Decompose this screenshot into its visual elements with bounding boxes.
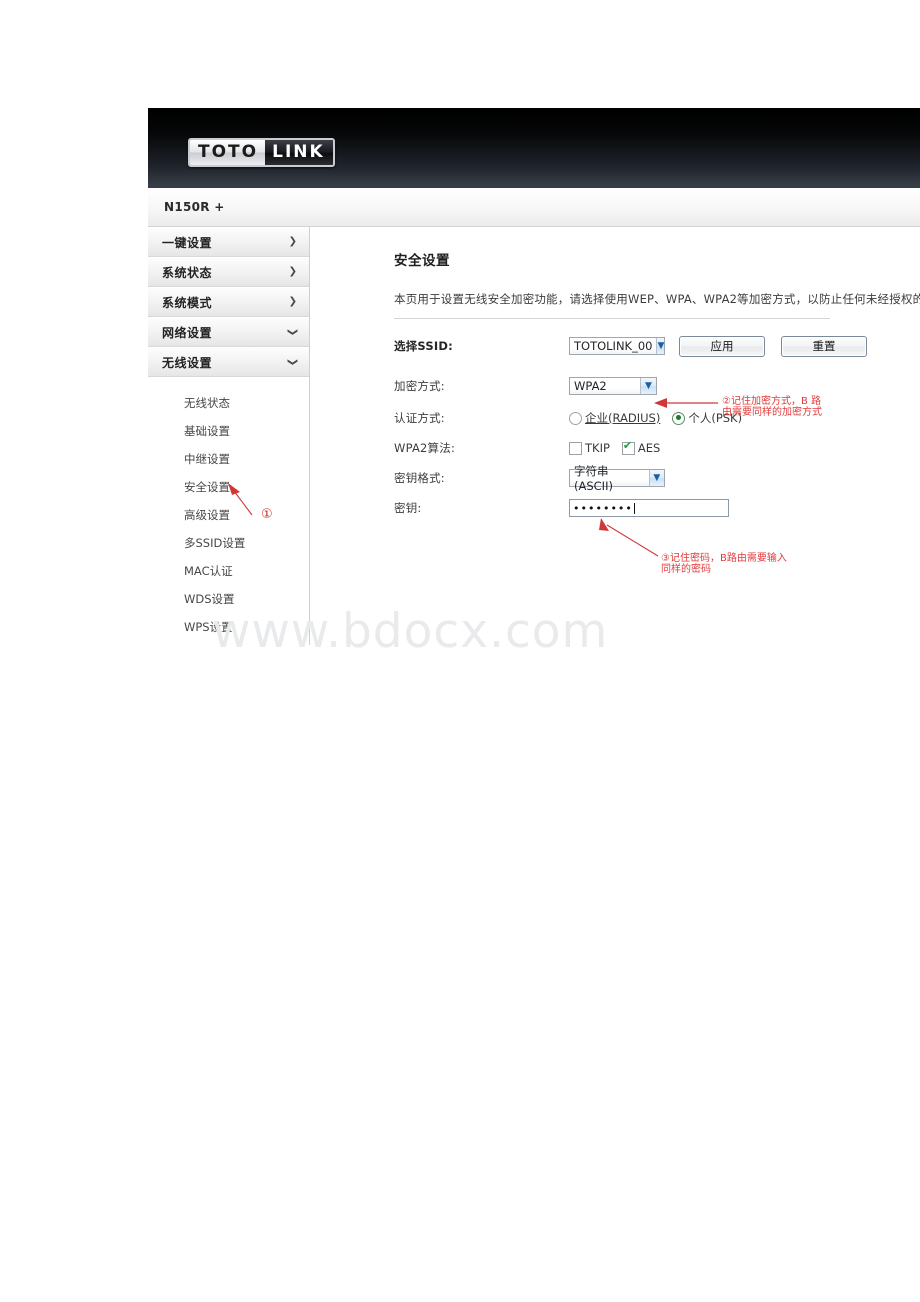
model-bar: N150R + [148,188,920,227]
encryption-select-value: WPA2 [574,379,607,393]
section-divider [394,318,830,319]
checkbox-aes[interactable] [621,440,635,455]
encryption-label: 加密方式: [394,379,445,393]
checkbox-aes-label: AES [637,441,661,455]
form-row-key: 密钥: •••••••• [394,497,920,519]
chevron-down-icon: ❮ [286,357,298,367]
chevron-down-icon: ❮ [286,327,298,337]
brand-banner: TOTO LINK [148,108,920,188]
sidebar-item-network-settings[interactable]: 网络设置 ❮ [148,317,309,347]
algorithm-label: WPA2算法: [394,441,456,455]
sidebar-item-advanced-settings[interactable]: 高级设置 [148,501,309,529]
ui-body: 一键设置 ❯ 系统状态 ❯ 系统模式 ❯ 网络设置 ❮ 无线设置 ❮ 无线状态 … [148,227,920,645]
sidebar-subitem-label: 基础设置 [184,424,230,438]
key-format-label: 密钥格式: [394,471,445,485]
reset-button[interactable]: 重置 [781,335,867,357]
sidebar-subitem-label: 安全设置 [184,480,230,494]
ssid-select[interactable]: TOTOLINK_00 ▼ [569,337,665,355]
sidebar-item-wireless-status[interactable]: 无线状态 [148,389,309,417]
chevron-down-icon: ▼ [640,378,656,394]
chevron-right-icon: ❯ [288,236,297,247]
form-row-ssid: 选择SSID: TOTOLINK_00 ▼ 应用 重置 [394,335,920,357]
sidebar-item-label: 网络设置 [162,325,213,340]
auth-label: 认证方式: [394,411,445,425]
radio-enterprise[interactable] [569,411,582,425]
watermark: www.bdocx.com [212,604,609,659]
radio-enterprise-label: 企业(RADIUS) [585,411,661,425]
encryption-select[interactable]: WPA2 ▼ [569,377,657,395]
sidebar-subitem-label: 中继设置 [184,452,230,466]
chevron-right-icon: ❯ [288,296,297,307]
checkbox-tkip[interactable] [569,441,582,455]
chevron-down-icon: ▼ [656,338,665,354]
annotation-note-three-line1: ③记住密码，B路由需要输入 [661,553,787,564]
key-input[interactable]: •••••••• [569,499,729,517]
algorithm-options: TKIP AES [569,440,661,455]
form-row-encryption: 加密方式: WPA2 ▼ [394,375,920,397]
sidebar-item-quick-setup[interactable]: 一键设置 ❯ [148,227,309,257]
sidebar-item-label: 系统模式 [162,295,213,310]
router-admin-window: TOTO LINK N150R + 一键设置 ❯ 系统状态 ❯ 系统模式 ❯ 网… [148,108,920,645]
key-input-value: •••••••• [573,501,633,515]
sidebar-item-mac-auth[interactable]: MAC认证 [148,557,309,585]
form-row-algorithm: WPA2算法: TKIP AES [394,437,920,459]
sidebar-item-repeater-settings[interactable]: 中继设置 [148,445,309,473]
sidebar-item-system-status[interactable]: 系统状态 ❯ [148,257,309,287]
checkbox-tkip-label: TKIP [585,441,610,455]
key-label: 密钥: [394,501,422,515]
text-cursor [633,502,635,514]
page-description: 本页用于设置无线安全加密功能，请选择使用WEP、WPA、WPA2等加密方式，以防… [394,292,920,306]
sidebar-item-system-mode[interactable]: 系统模式 ❯ [148,287,309,317]
chevron-down-icon: ▼ [648,470,664,486]
sidebar-item-label: 系统状态 [162,265,213,280]
sidebar-submenu-gap [148,377,309,389]
model-name: N150R + [164,200,225,214]
ssid-select-value: TOTOLINK_00 [574,339,653,353]
logo-text-toto: TOTO [190,140,266,165]
sidebar-subitem-label: 无线状态 [184,396,230,410]
apply-button[interactable]: 应用 [679,335,765,357]
key-format-select[interactable]: 字符串(ASCII) ▼ [569,464,665,493]
sidebar-subitem-label: MAC认证 [184,564,233,578]
radio-personal[interactable] [672,411,686,425]
sidebar-item-label: 无线设置 [162,355,213,370]
annotation-note-two-line1: ②记住加密方式，B 路 [722,396,822,407]
ssid-label: 选择SSID: [394,339,453,353]
main-content: 安全设置 本页用于设置无线安全加密功能，请选择使用WEP、WPA、WPA2等加密… [310,227,920,645]
chevron-right-icon: ❯ [288,266,297,277]
page-title: 安全设置 [394,253,450,269]
annotation-note-two-line2: 由需要同样的加密方式 [722,407,822,418]
logo-text-link: LINK [265,140,333,165]
annotation-marker-one: ① [261,507,273,522]
annotation-note-three-line2: 同样的密码 [661,564,711,575]
sidebar-item-multi-ssid-settings[interactable]: 多SSID设置 [148,529,309,557]
sidebar-item-label: 一键设置 [162,235,213,250]
sidebar-item-wireless-settings[interactable]: 无线设置 ❮ [148,347,309,377]
sidebar-subitem-label: 多SSID设置 [184,536,246,550]
auth-options: 企业(RADIUS) 个人(PSK) [569,410,742,426]
security-settings-form: 选择SSID: TOTOLINK_00 ▼ 应用 重置 加密方式: WPA2 ▼… [394,335,920,519]
key-format-select-value: 字符串(ASCII) [574,464,613,493]
sidebar-subitem-label: 高级设置 [184,508,230,522]
sidebar-nav: 一键设置 ❯ 系统状态 ❯ 系统模式 ❯ 网络设置 ❮ 无线设置 ❮ 无线状态 … [148,227,310,645]
form-row-auth: 认证方式: 企业(RADIUS) 个人(PSK) [394,407,920,429]
sidebar-item-security-settings[interactable]: 安全设置 [148,473,309,501]
sidebar-item-basic-settings[interactable]: 基础设置 [148,417,309,445]
form-row-key-format: 密钥格式: 字符串(ASCII) ▼ [394,464,920,493]
totolink-logo: TOTO LINK [188,138,335,167]
